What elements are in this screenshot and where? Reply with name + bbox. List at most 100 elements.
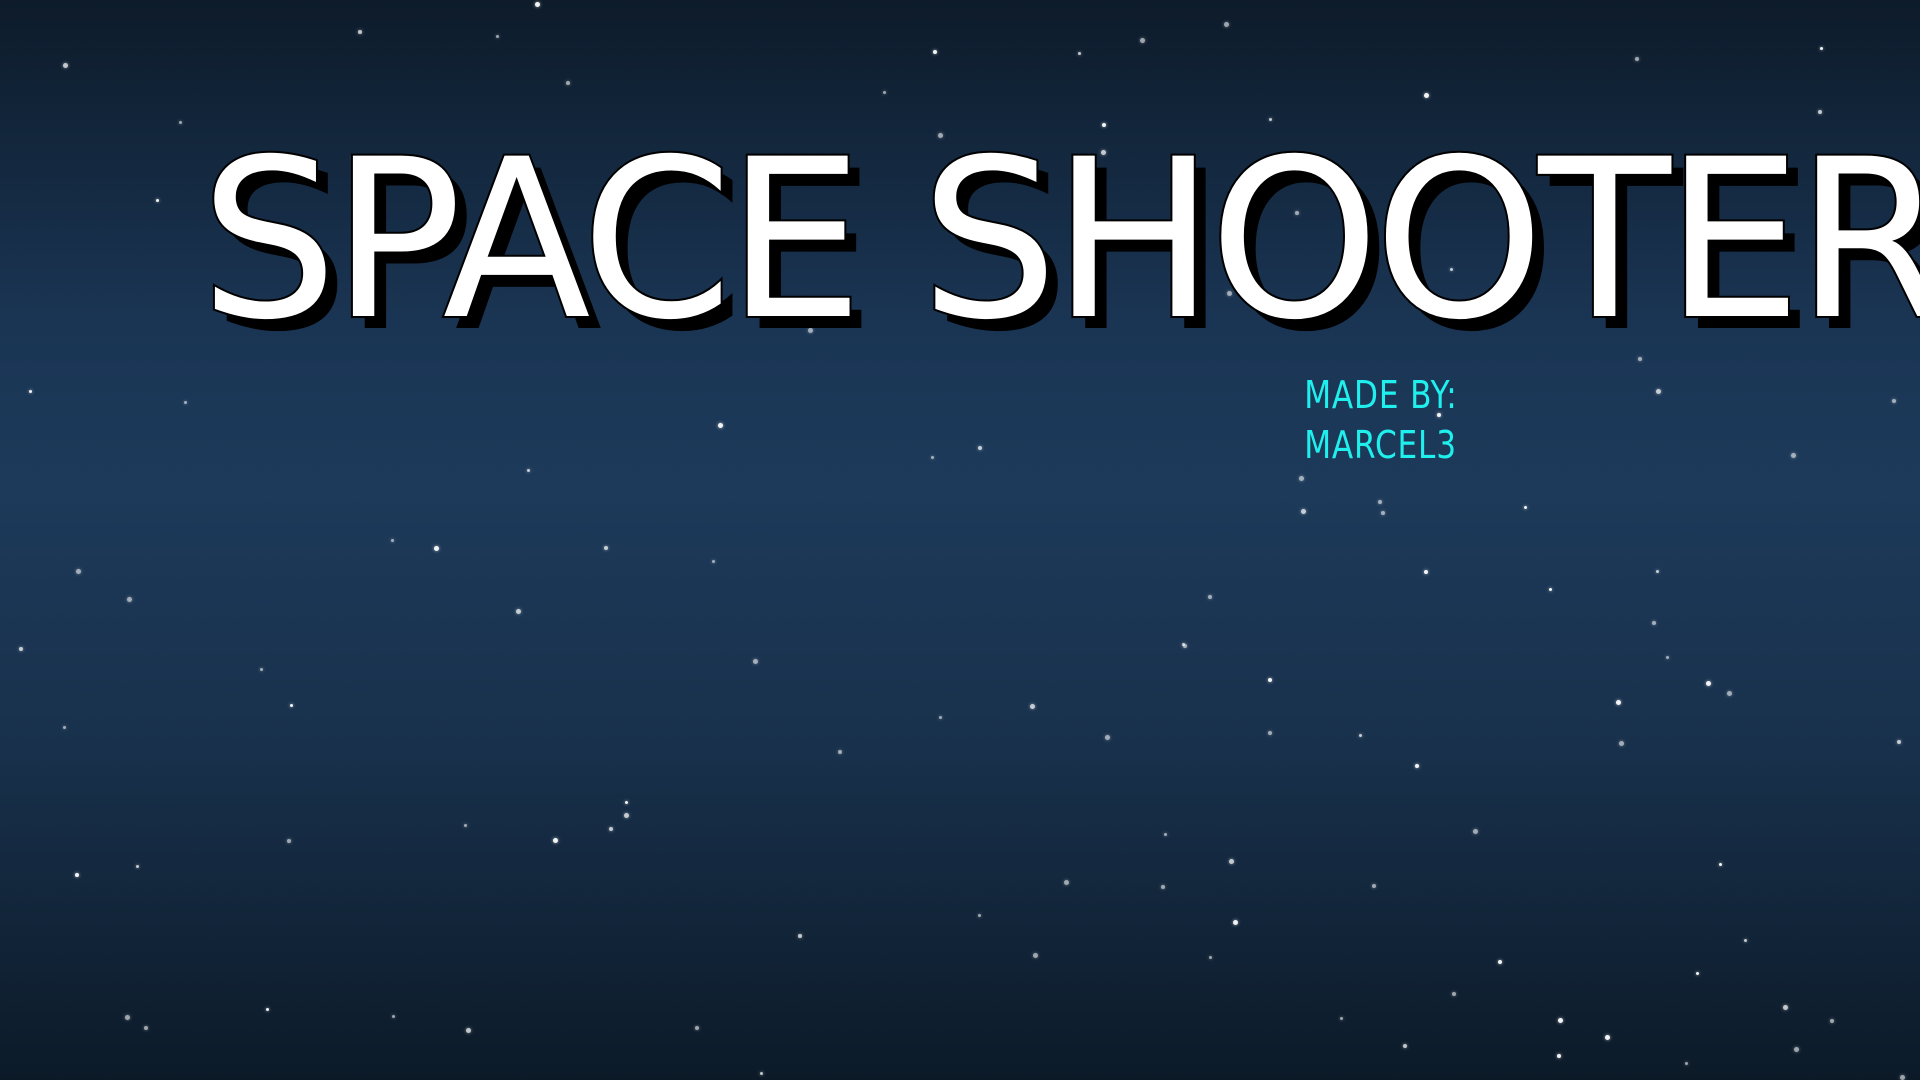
star bbox=[625, 801, 628, 804]
star bbox=[287, 839, 291, 843]
star bbox=[1424, 570, 1428, 574]
star bbox=[1685, 1062, 1688, 1065]
star bbox=[496, 35, 499, 38]
star bbox=[125, 1015, 130, 1020]
star bbox=[1229, 859, 1234, 864]
star bbox=[1900, 1075, 1905, 1080]
star bbox=[75, 873, 79, 877]
star bbox=[1635, 57, 1639, 61]
star bbox=[566, 81, 570, 85]
star bbox=[931, 456, 934, 459]
star bbox=[136, 865, 139, 868]
star bbox=[1619, 741, 1624, 746]
star bbox=[883, 91, 886, 94]
star bbox=[290, 704, 293, 707]
star bbox=[29, 390, 32, 393]
star bbox=[978, 446, 982, 450]
star bbox=[127, 597, 132, 602]
star bbox=[1656, 389, 1661, 394]
star bbox=[260, 668, 263, 671]
star bbox=[1727, 691, 1732, 696]
star bbox=[978, 914, 981, 917]
star bbox=[63, 63, 68, 68]
star bbox=[1209, 956, 1212, 959]
star bbox=[939, 716, 942, 719]
star bbox=[718, 423, 723, 428]
star bbox=[464, 824, 467, 827]
star bbox=[1378, 500, 1382, 504]
star bbox=[1830, 1019, 1834, 1023]
star bbox=[1403, 1044, 1407, 1048]
star bbox=[798, 934, 802, 938]
star bbox=[712, 560, 715, 563]
star bbox=[1268, 678, 1272, 682]
star bbox=[1524, 506, 1527, 509]
star bbox=[1794, 1047, 1799, 1052]
star bbox=[1696, 972, 1699, 975]
star bbox=[609, 827, 613, 831]
star bbox=[392, 1015, 395, 1018]
star bbox=[516, 609, 521, 614]
star bbox=[1452, 992, 1456, 996]
star bbox=[1381, 511, 1385, 515]
star bbox=[266, 1008, 269, 1011]
star bbox=[1558, 1018, 1563, 1023]
star bbox=[1064, 880, 1069, 885]
star bbox=[1616, 700, 1621, 705]
star bbox=[1605, 1035, 1610, 1040]
star bbox=[179, 121, 182, 124]
game-title: SPACE SHOOTER bbox=[198, 112, 1920, 368]
star bbox=[535, 2, 540, 7]
star bbox=[1820, 47, 1823, 50]
star bbox=[1182, 643, 1185, 646]
star bbox=[1415, 764, 1419, 768]
star bbox=[1161, 885, 1165, 889]
star bbox=[1208, 595, 1212, 599]
star bbox=[1372, 884, 1376, 888]
star bbox=[1030, 704, 1035, 709]
star bbox=[1140, 38, 1145, 43]
star bbox=[760, 1072, 763, 1075]
star bbox=[76, 569, 81, 574]
star bbox=[1498, 960, 1502, 964]
star bbox=[933, 50, 937, 54]
star bbox=[1783, 1005, 1788, 1010]
star bbox=[1299, 476, 1304, 481]
star bbox=[391, 539, 394, 542]
star bbox=[19, 647, 23, 651]
star bbox=[624, 813, 629, 818]
star bbox=[1706, 681, 1711, 686]
star bbox=[1033, 953, 1038, 958]
star bbox=[1744, 939, 1747, 942]
star bbox=[1557, 1054, 1561, 1058]
star bbox=[1719, 863, 1722, 866]
star bbox=[184, 401, 187, 404]
star bbox=[604, 546, 608, 550]
star bbox=[838, 750, 842, 754]
star bbox=[466, 1028, 471, 1033]
star bbox=[1359, 734, 1362, 737]
star bbox=[1791, 453, 1796, 458]
star bbox=[553, 838, 558, 843]
credit-label: MADE BY: bbox=[1304, 373, 1458, 417]
star bbox=[1656, 570, 1659, 573]
star bbox=[1078, 52, 1081, 55]
star bbox=[753, 659, 758, 664]
star bbox=[63, 726, 66, 729]
star bbox=[144, 1026, 148, 1030]
star bbox=[1473, 829, 1478, 834]
star bbox=[1892, 399, 1896, 403]
star bbox=[527, 469, 530, 472]
credit-name: MARCEL3 bbox=[1304, 423, 1457, 467]
star bbox=[1224, 22, 1229, 27]
star bbox=[1183, 644, 1187, 648]
star bbox=[1105, 735, 1110, 740]
star bbox=[1233, 920, 1238, 925]
star bbox=[695, 1026, 699, 1030]
star bbox=[1301, 509, 1306, 514]
star bbox=[1424, 93, 1429, 98]
star bbox=[358, 30, 362, 34]
star bbox=[1666, 656, 1669, 659]
star bbox=[1652, 621, 1656, 625]
star bbox=[1268, 731, 1272, 735]
